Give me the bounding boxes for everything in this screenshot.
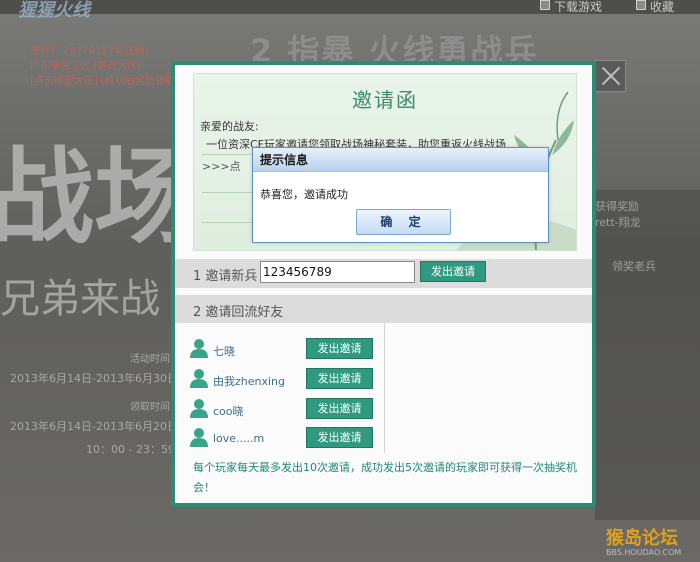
download-link[interactable]: 下载游戏 [554,0,602,15]
letter-link-prefix: >>>点 [202,160,241,173]
friend-name: 七晓 [213,345,235,358]
veteran-label: 领奖老兵 [612,260,656,273]
watermark-url: BBS.HOUDAO.COM [606,548,682,557]
send-invite-button[interactable]: 发出邀请 [306,427,373,448]
friend-row: 七晓 发出邀请 [189,338,379,362]
confirm-button[interactable]: 确 定 [356,209,451,235]
claim-time: 2013年6月14日-2013年6月20日 [10,420,178,433]
letter-greeting: 亲爱的战友: [200,120,259,133]
invite-new-label: 1 邀请新兵 [193,269,258,284]
user-info: 您好！ 207791174[注销] 广东电信三区 [更改大区] [点击绑定大区]… [30,44,179,89]
event-time: 2013年6月14日-2013年6月30日 [10,372,178,385]
claim-time-label: 领取时间 [130,402,170,413]
user-icon [190,339,208,358]
reward-item: rett-翔龙 [595,216,641,229]
friend-name: 由我zhenxing [213,375,286,388]
user-greeting[interactable]: 您好！ 207791174[注销] [30,44,179,59]
notice-popup: 提示信息 恭喜您，邀请成功 确 定 [252,147,549,243]
invite-new-section: 1 邀请新兵 发出邀请 [175,259,592,288]
event-time-label: 活动时间 [130,354,170,365]
slogan-text: 兄弟来战 [0,276,160,322]
notice-title: 提示信息 [253,148,548,172]
hero-text: 战场 [0,136,199,258]
daily-time: 10：00 - 23：59 [86,443,175,456]
user-icon [190,399,208,418]
send-invite-button[interactable]: 发出邀请 [306,368,373,389]
friend-name: coo晓 [213,405,244,418]
game-logo: 猩猩火线 [18,0,90,21]
user-bind[interactable]: [点击绑定大区] [成功后奖励领取] [30,74,179,89]
friend-row: coo晓 发出邀请 [189,398,379,422]
invite-qq-input[interactable] [260,261,415,283]
invitation-letter: 邀请函 亲爱的战友: 一位资深CF玩家邀请您领取战场神秘套装，助您重返火线战场 … [193,73,577,251]
friend-list: 七晓 发出邀请 由我zhenxing 发出邀请 coo晓 发出邀请 love..… [175,323,592,453]
friend-row: 由我zhenxing 发出邀请 [189,368,379,392]
invite-rules-note: 每个玩家每天最多发出10次邀请，成功发出5次邀请的玩家即可获得一次抽奖机会！ [193,461,577,494]
reward-label: 获得奖励 [595,200,639,213]
invite-dialog-body: 邀请函 亲爱的战友: 一位资深CF玩家邀请您领取战场神秘套装，助您重返火线战场 … [175,65,592,503]
user-icon [190,428,208,447]
watermark-logo: 猴岛论坛 [606,528,678,549]
checkbox-icon [540,0,550,10]
send-invite-button[interactable]: 发出邀请 [420,261,486,282]
invite-return-label: 2 邀请回流好友 [193,305,284,320]
friend-row: love.....m 发出邀请 [189,427,379,451]
send-invite-button[interactable]: 发出邀请 [306,398,373,419]
invite-return-section: 2 邀请回流好友 [175,295,592,323]
checkbox-icon [636,0,646,10]
friend-name: love.....m [213,432,265,445]
column-divider [384,323,385,453]
close-icon[interactable] [594,60,626,92]
letter-title: 邀请函 [352,88,418,112]
notice-message: 恭喜您，邀请成功 [260,188,348,201]
send-invite-button[interactable]: 发出邀请 [306,338,373,359]
user-icon [190,369,208,388]
user-server[interactable]: 广东电信三区 [更改大区] [30,59,179,74]
favorite-link[interactable]: 收藏 [650,0,674,15]
reward-panel [595,190,700,520]
invite-dialog: 邀请函 亲爱的战友: 一位资深CF玩家邀请您领取战场神秘套装，助您重返火线战场 … [171,61,596,507]
